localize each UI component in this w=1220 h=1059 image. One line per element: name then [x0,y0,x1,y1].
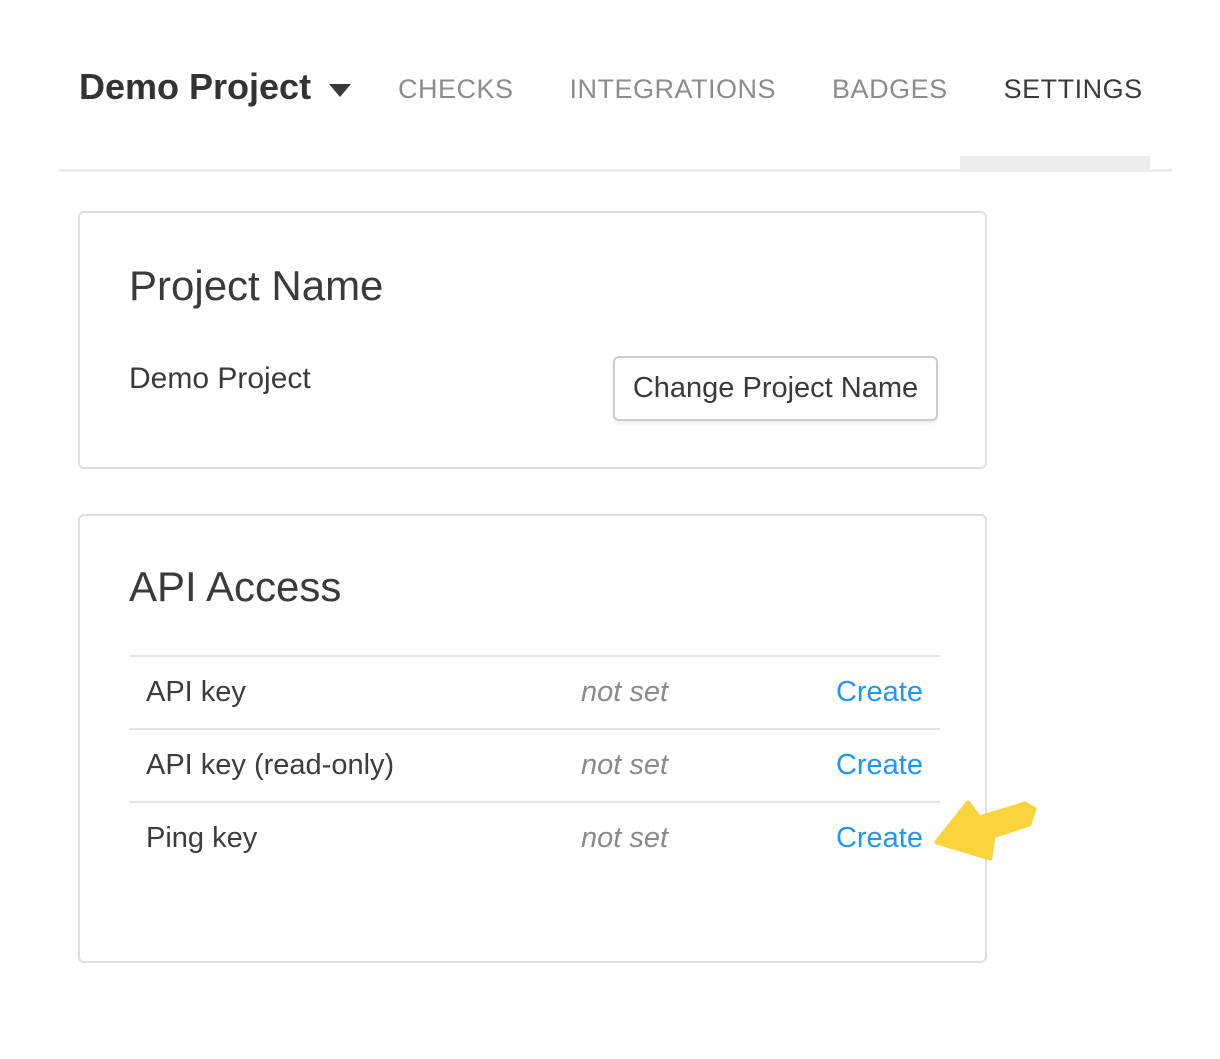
project-name-card-title: Project Name [129,265,383,307]
table-row-ping-key: Ping key not set Create [129,801,940,874]
ping-key-value: not set [581,822,821,855]
project-name-card: Project Name Demo Project Change Project… [78,211,987,469]
api-key-read-only-create-link[interactable]: Create [836,749,923,781]
tab-integrations[interactable]: INTEGRATIONS [570,74,777,105]
active-tab-indicator [960,156,1150,170]
api-key-value: not set [581,676,821,709]
ping-key-label: Ping key [129,822,581,855]
project-selector-dropdown[interactable]: Demo Project [79,66,351,108]
tab-badges[interactable]: BADGES [832,74,948,105]
api-key-label: API key [129,676,581,709]
project-settings-page: Demo Project CHECKS INTEGRATIONS BADGES … [0,0,1220,1059]
current-project-name: Demo Project [129,361,311,397]
api-access-card-title: API Access [129,566,341,608]
change-project-name-button[interactable]: Change Project Name [613,356,938,421]
api-key-read-only-value: not set [581,749,821,782]
tab-settings[interactable]: SETTINGS [1004,74,1143,105]
header-divider [59,169,1172,172]
top-navigation: CHECKS INTEGRATIONS BADGES SETTINGS [398,74,1143,105]
table-row-api-key-read-only: API key (read-only) not set Create [129,728,940,801]
table-row-api-key: API key not set Create [129,655,940,728]
ping-key-create-link[interactable]: Create [836,822,923,854]
api-key-create-link[interactable]: Create [836,676,923,708]
tab-checks[interactable]: CHECKS [398,74,514,105]
api-keys-table: API key not set Create API key (read-onl… [129,655,940,874]
api-access-card: API Access API key not set Create API ke… [78,514,987,963]
api-key-read-only-label: API key (read-only) [129,749,581,782]
caret-down-icon [329,84,351,97]
project-selector-label: Demo Project [79,66,311,108]
